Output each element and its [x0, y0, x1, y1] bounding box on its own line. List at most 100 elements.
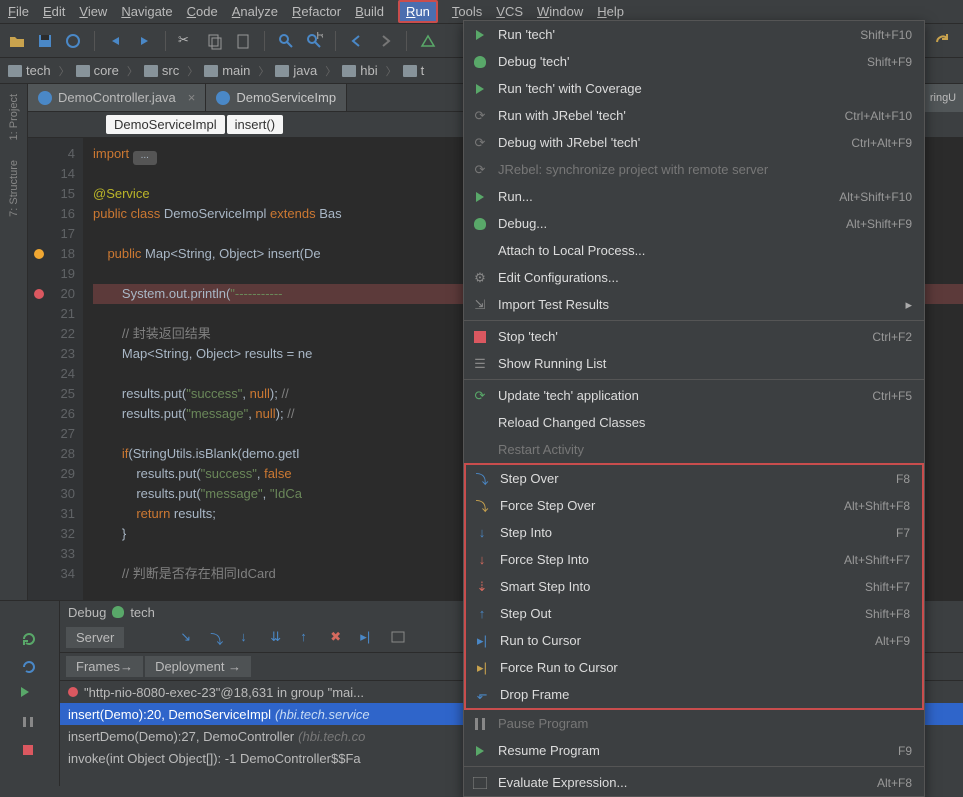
menu-run[interactable]: Run: [398, 0, 438, 23]
debug-side-toolbar: [0, 601, 60, 786]
redo-icon[interactable]: [135, 32, 153, 50]
editor-tab-overflow[interactable]: ringU: [923, 84, 963, 112]
redo-toolbar-icon[interactable]: [933, 32, 953, 55]
menu-item[interactable]: Stop 'tech'Ctrl+F2: [464, 323, 924, 350]
svg-text:R: R: [316, 32, 323, 42]
crumb-hbi[interactable]: hbi: [342, 63, 396, 79]
menu-window[interactable]: Window: [537, 4, 583, 19]
menu-tools[interactable]: Tools: [452, 4, 482, 19]
run-to-cursor-tb-icon[interactable]: ▸|: [360, 629, 378, 647]
menu-item[interactable]: Resume ProgramF9: [464, 737, 924, 764]
sync-icon[interactable]: [64, 32, 82, 50]
menu-item[interactable]: Debug...Alt+Shift+F9: [464, 210, 924, 237]
paste-icon[interactable]: [234, 32, 252, 50]
replace-icon[interactable]: R: [305, 32, 323, 50]
undo-icon[interactable]: [107, 32, 125, 50]
cut-icon[interactable]: ✂: [178, 32, 196, 50]
menu-item: Pause Program: [464, 710, 924, 737]
copy-icon[interactable]: [206, 32, 224, 50]
crumb-core[interactable]: core: [76, 63, 138, 79]
stepout-icon: ↑: [474, 606, 490, 622]
menu-item[interactable]: ⤵Step OverF8: [466, 465, 922, 492]
step-over-tb-icon[interactable]: ⤵: [210, 629, 228, 647]
menu-item[interactable]: Run 'tech' with Coverage: [464, 75, 924, 102]
menu-refactor[interactable]: Refactor: [292, 4, 341, 19]
frames-tab[interactable]: Frames→: [66, 656, 143, 677]
crumb-java[interactable]: java: [275, 63, 336, 79]
project-tool-tab[interactable]: 1: Project: [8, 94, 20, 140]
menu-item[interactable]: ↓Force Step IntoAlt+Shift+F7: [466, 546, 922, 573]
stepover-icon: ⤵: [474, 471, 490, 487]
crumb-t[interactable]: t: [403, 63, 433, 78]
menu-item[interactable]: ▸|Force Run to Cursor: [466, 654, 922, 681]
menu-vcs[interactable]: VCS: [496, 4, 523, 19]
resume-icon[interactable]: [21, 687, 39, 705]
menu-item[interactable]: ↑Step OutShift+F8: [466, 600, 922, 627]
structure-tool-tab[interactable]: 7: Structure: [8, 160, 20, 217]
crumb-src[interactable]: src: [144, 63, 198, 79]
menu-item[interactable]: ☰Show Running List: [464, 350, 924, 377]
editor-tab[interactable]: DemoController.java×: [28, 84, 206, 111]
menu-item[interactable]: ⚙Edit Configurations...: [464, 264, 924, 291]
drop-frame-tb-icon[interactable]: ✖: [330, 629, 348, 647]
gear-icon: ⚙: [472, 270, 488, 286]
deployment-tab[interactable]: Deployment →: [145, 656, 251, 677]
step-into-tb-icon[interactable]: ↓: [240, 629, 258, 647]
reload-icon[interactable]: [21, 659, 39, 677]
left-tool-strip: 1: Project 7: Structure: [0, 84, 28, 604]
menu-item: ⟳JRebel: synchronize project with remote…: [464, 156, 924, 183]
build-icon[interactable]: [419, 32, 437, 50]
crumb-class[interactable]: DemoServiceImpl: [106, 115, 225, 134]
forward-icon[interactable]: [376, 32, 394, 50]
debug-server-tab[interactable]: Server: [66, 627, 124, 648]
menu-view[interactable]: View: [79, 4, 107, 19]
menu-item[interactable]: ⤵Force Step OverAlt+Shift+F8: [466, 492, 922, 519]
force-step-into-tb-icon[interactable]: ⇊: [270, 629, 288, 647]
blank-icon: [472, 243, 488, 259]
crumb-main[interactable]: main: [204, 63, 269, 79]
menu-build[interactable]: Build: [355, 4, 384, 19]
play-icon: [472, 27, 488, 43]
menu-item[interactable]: Debug 'tech'Shift+F9: [464, 48, 924, 75]
find-icon[interactable]: [277, 32, 295, 50]
menu-analyze[interactable]: Analyze: [232, 4, 278, 19]
stepinto-icon: ↓: [474, 525, 490, 541]
menu-item[interactable]: Attach to Local Process...: [464, 237, 924, 264]
close-icon[interactable]: ×: [188, 90, 196, 105]
menu-item[interactable]: ⟳Update 'tech' applicationCtrl+F5: [464, 382, 924, 409]
debug-title: Debug: [68, 605, 106, 620]
menu-item[interactable]: Run...Alt+Shift+F10: [464, 183, 924, 210]
show-exec-point-icon[interactable]: ↘: [180, 629, 198, 647]
menu-code[interactable]: Code: [187, 4, 218, 19]
open-icon[interactable]: [8, 32, 26, 50]
menu-file[interactable]: File: [8, 4, 29, 19]
fstepover-icon: ⤵: [474, 498, 490, 514]
rerun-icon[interactable]: [21, 631, 39, 649]
menu-item[interactable]: ⇣Smart Step IntoShift+F7: [466, 573, 922, 600]
menu-item[interactable]: ⟳Run with JRebel 'tech'Ctrl+Alt+F10: [464, 102, 924, 129]
evaluate-tb-icon[interactable]: [390, 629, 408, 647]
menu-item[interactable]: ⟳Debug with JRebel 'tech'Ctrl+Alt+F9: [464, 129, 924, 156]
crumb-method[interactable]: insert(): [227, 115, 283, 134]
step-out-tb-icon[interactable]: ↑: [300, 629, 318, 647]
menu-item[interactable]: ⇲Import Test Results▸: [464, 291, 924, 318]
menu-item[interactable]: Run 'tech'Shift+F10: [464, 21, 924, 48]
menu-edit[interactable]: Edit: [43, 4, 65, 19]
pause-icon[interactable]: [21, 715, 39, 733]
menu-navigate[interactable]: Navigate: [121, 4, 172, 19]
menu-item[interactable]: ↓Step IntoF7: [466, 519, 922, 546]
menu-item[interactable]: ⬐Drop Frame: [466, 681, 922, 708]
menu-item[interactable]: Reload Changed Classes: [464, 409, 924, 436]
editor-tab[interactable]: DemoServiceImp: [206, 84, 347, 111]
crumb-tech[interactable]: tech: [8, 63, 70, 79]
pause-icon: [472, 716, 488, 732]
stop-icon[interactable]: [21, 743, 39, 761]
menu-item[interactable]: Evaluate Expression...Alt+F8: [464, 769, 924, 796]
fstepinto-icon: ↓: [474, 552, 490, 568]
play-icon: [472, 81, 488, 97]
menu-help[interactable]: Help: [597, 4, 624, 19]
bug-icon: [472, 54, 488, 70]
menu-item[interactable]: ▸|Run to CursorAlt+F9: [466, 627, 922, 654]
back-icon[interactable]: [348, 32, 366, 50]
save-icon[interactable]: [36, 32, 54, 50]
